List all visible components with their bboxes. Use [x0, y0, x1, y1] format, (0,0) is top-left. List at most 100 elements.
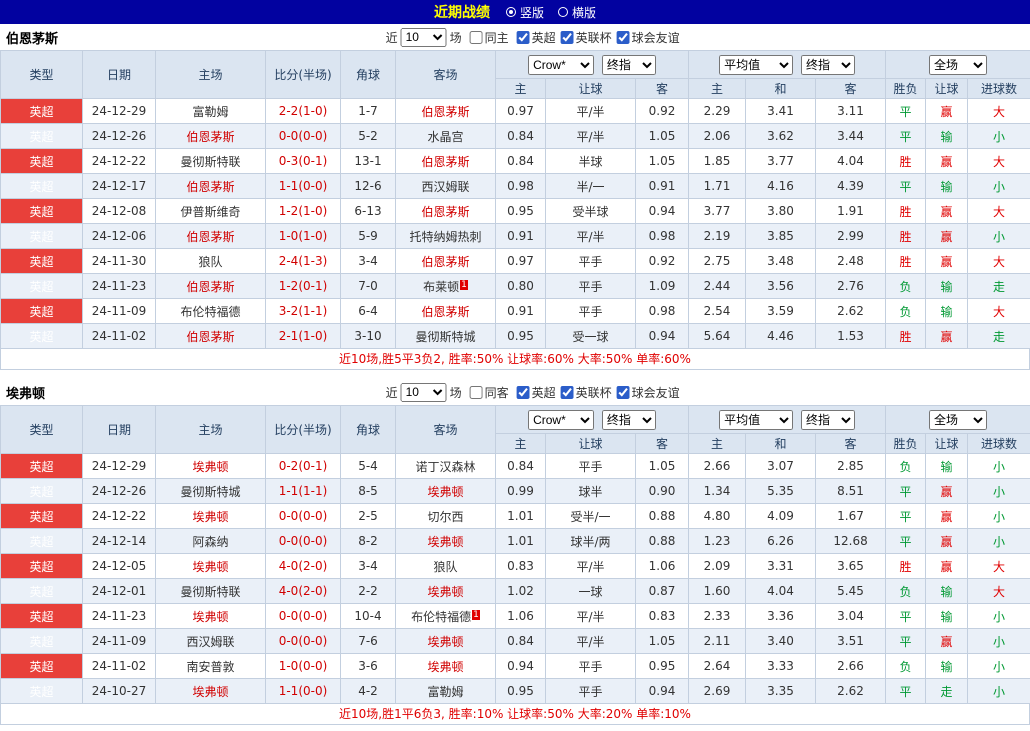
type-cell: 英超 [0, 298, 83, 324]
home-team-cell: 埃弗顿 [155, 603, 266, 629]
team-link[interactable]: 埃弗顿 [192, 510, 228, 524]
match-row: 英超 24-12-01 曼彻斯特联 4-0(2-0) 2-2 埃弗顿 1.02 一球 0.87 1… [0, 578, 1030, 604]
scope-select[interactable]: 全场 [929, 409, 988, 430]
team-link[interactable]: 南安普敦 [186, 660, 234, 674]
team-link[interactable]: 伯恩茅斯 [186, 280, 234, 294]
handicap-cell: 平手 [545, 273, 636, 299]
team-link[interactable]: 埃弗顿 [427, 535, 463, 549]
team-link[interactable]: 伯恩茅斯 [186, 130, 234, 144]
scope-select[interactable]: 全场 [929, 54, 988, 75]
avg-source-select[interactable]: 平均值 [719, 409, 794, 430]
team-link[interactable]: 阿森纳 [192, 535, 228, 549]
layout-option-horizontal[interactable]: 横版 [558, 4, 596, 21]
same-side-filter[interactable]: 同客 [469, 384, 509, 401]
handicap-cell: 受半/一 [545, 503, 636, 529]
avg-final-select[interactable]: 终指 [800, 409, 855, 430]
league-filter[interactable]: 英超 [516, 29, 556, 46]
team-link[interactable]: 埃弗顿 [192, 460, 228, 474]
corner-cell: 3-4 [340, 553, 396, 579]
team-link[interactable]: 富勒姆 [192, 105, 228, 119]
team-link[interactable]: 埃弗顿 [427, 635, 463, 649]
team-link[interactable]: 布伦特福德 [411, 610, 471, 624]
corner-cell: 6-4 [340, 298, 396, 324]
league-checkbox[interactable] [616, 385, 630, 399]
same-side-filter[interactable]: 同主 [469, 29, 509, 46]
section-head: 埃弗顿 近 10 场 同客 英超 英联杯 球会友谊 [0, 379, 1030, 405]
layout-option-vertical[interactable]: 竖版 [505, 4, 544, 21]
team-link[interactable]: 伯恩茅斯 [421, 105, 469, 119]
team-link[interactable]: 埃弗顿 [192, 610, 228, 624]
match-row: 英超 24-11-09 西汉姆联 0-0(0-0) 7-6 埃弗顿 0.84 平/半 1.05 2… [0, 628, 1030, 654]
league-filter[interactable]: 球会友谊 [616, 29, 680, 46]
team-link[interactable]: 伯恩茅斯 [421, 255, 469, 269]
team-link[interactable]: 埃弗顿 [427, 585, 463, 599]
team-link[interactable]: 诺丁汉森林 [415, 460, 475, 474]
type-cell: 英超 [0, 578, 83, 604]
match-count-select[interactable]: 10 [400, 382, 447, 402]
avg-source-select[interactable]: 平均值 [719, 54, 794, 75]
team-link[interactable]: 西汉姆联 [186, 635, 234, 649]
league-checkbox[interactable] [560, 30, 574, 44]
corner-cell: 1-7 [340, 98, 396, 124]
team-link[interactable]: 狼队 [198, 255, 222, 269]
team-link[interactable]: 曼彻斯特联 [180, 155, 240, 169]
home-team-cell: 南安普敦 [155, 653, 266, 679]
handicap-cell: 平手 [545, 298, 636, 324]
type-cell: 英超 [0, 123, 83, 149]
team-link[interactable]: 埃弗顿 [192, 685, 228, 699]
goals-cell: 小 [967, 653, 1030, 679]
team-link[interactable]: 狼队 [433, 560, 457, 574]
home-team-cell: 埃弗顿 [155, 503, 266, 529]
league-filter[interactable]: 球会友谊 [616, 384, 680, 401]
team-link[interactable]: 布莱顿 [423, 280, 459, 294]
score-cell: 0-2(0-1) [265, 453, 341, 479]
same-side-checkbox[interactable] [469, 30, 483, 44]
match-count-select[interactable]: 10 [400, 27, 447, 47]
league-filter[interactable]: 英超 [516, 384, 556, 401]
team-link[interactable]: 埃弗顿 [427, 660, 463, 674]
avg-home-cell: 3.77 [688, 198, 747, 224]
odds-away-cell: 1.05 [634, 628, 690, 654]
goals-cell: 小 [967, 478, 1030, 504]
team-link[interactable]: 富勒姆 [427, 685, 463, 699]
team-link[interactable]: 托特纳姆热刺 [409, 230, 481, 244]
team-link[interactable]: 埃弗顿 [427, 485, 463, 499]
match-row: 英超 24-10-27 埃弗顿 1-1(0-0) 4-2 富勒姆 0.95 平手 0.94 2.6… [0, 678, 1030, 704]
team-link[interactable]: 曼彻斯特联 [180, 585, 240, 599]
team-link[interactable]: 布伦特福德 [180, 305, 240, 319]
team-link[interactable]: 水晶宫 [427, 130, 463, 144]
avg-draw-cell: 4.46 [745, 323, 817, 349]
odds-final-select[interactable]: 终指 [601, 54, 656, 75]
league-checkbox[interactable] [516, 385, 530, 399]
same-side-checkbox[interactable] [469, 385, 483, 399]
league-checkbox[interactable] [516, 30, 530, 44]
team-link[interactable]: 伯恩茅斯 [186, 180, 234, 194]
avg-final-select[interactable]: 终指 [800, 54, 855, 75]
team-link[interactable]: 埃弗顿 [192, 560, 228, 574]
team-link[interactable]: 切尔西 [427, 510, 463, 524]
team-link[interactable]: 曼彻斯特城 [415, 330, 475, 344]
type-cell: 英超 [0, 653, 83, 679]
team-link[interactable]: 伯恩茅斯 [186, 330, 234, 344]
odds-source-select[interactable]: Crow* [528, 409, 595, 430]
league-filter[interactable]: 英联杯 [560, 29, 612, 46]
team-link[interactable]: 伯恩茅斯 [421, 205, 469, 219]
corner-cell: 13-1 [340, 148, 396, 174]
team-link[interactable]: 伯恩茅斯 [421, 305, 469, 319]
odds-final-select[interactable]: 终指 [601, 409, 656, 430]
team-link[interactable]: 伊普斯维奇 [180, 205, 240, 219]
league-label: 英超 [531, 30, 556, 45]
team-link[interactable]: 西汉姆联 [421, 180, 469, 194]
type-cell: 英超 [0, 528, 83, 554]
league-checkbox[interactable] [560, 385, 574, 399]
team-link[interactable]: 曼彻斯特城 [180, 485, 240, 499]
team-link[interactable]: 伯恩茅斯 [421, 155, 469, 169]
league-filter[interactable]: 英联杯 [560, 384, 612, 401]
odds-source-select[interactable]: Crow* [528, 54, 595, 75]
handicap-cell: 平/半 [545, 223, 636, 249]
goals-cell: 大 [967, 298, 1030, 324]
team-link[interactable]: 伯恩茅斯 [186, 230, 234, 244]
avg-draw-cell: 3.59 [745, 298, 817, 324]
odds-home-cell: 0.80 [495, 273, 546, 299]
league-checkbox[interactable] [616, 30, 630, 44]
